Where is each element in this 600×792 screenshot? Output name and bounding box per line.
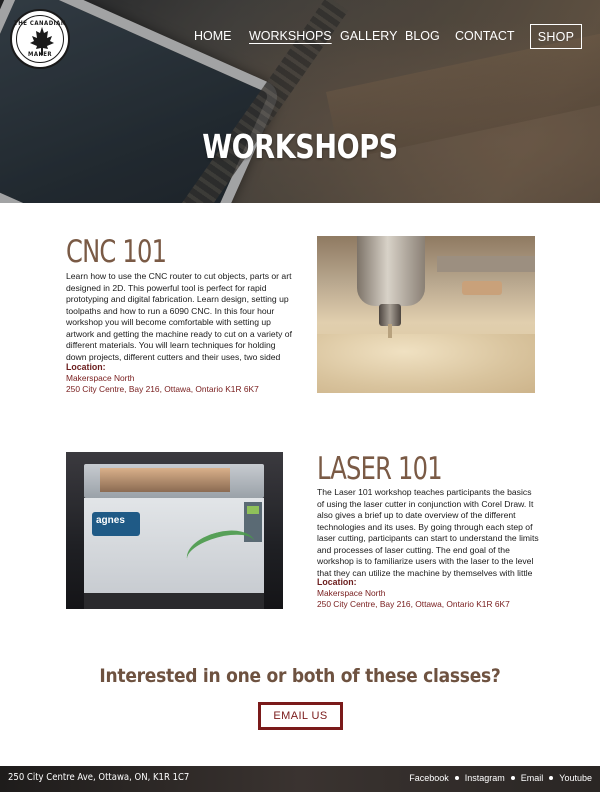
separator-dot bbox=[510, 776, 515, 780]
photo-collet bbox=[379, 304, 401, 326]
nav-contact[interactable]: CONTACT bbox=[455, 29, 515, 43]
location-address: 250 City Centre, Bay 216, Ottawa, Ontari… bbox=[66, 384, 259, 394]
location-name: Makerspace North bbox=[317, 588, 386, 598]
separator-dot bbox=[454, 776, 459, 780]
separator-dot bbox=[549, 776, 554, 780]
photo-stand bbox=[84, 593, 264, 609]
footer-address: 250 City Centre Ave, Ottawa, ON, K1R 1C7 bbox=[8, 772, 190, 783]
photo-screen bbox=[247, 506, 259, 514]
cta-question: Interested in one or both of these class… bbox=[99, 665, 501, 687]
maple-leaf-icon bbox=[30, 27, 54, 55]
nav-workshops[interactable]: WORKSHOPS bbox=[249, 29, 332, 43]
nav-home[interactable]: HOME bbox=[194, 29, 232, 43]
photo-badge-text: agnes bbox=[96, 515, 125, 526]
nav-blog[interactable]: BLOG bbox=[405, 29, 440, 43]
location-address: 250 City Centre, Bay 216, Ottawa, Ontari… bbox=[317, 599, 510, 609]
location-label: Location: bbox=[317, 577, 357, 587]
email-us-button[interactable]: EMAIL US bbox=[258, 702, 343, 730]
photo-wood-dust bbox=[317, 334, 535, 393]
workshop-title: LASER 101 bbox=[317, 451, 443, 487]
location-label: Location: bbox=[66, 362, 106, 372]
workshop-description: Learn how to use the CNC router to cut o… bbox=[66, 271, 292, 362]
workshop-title: CNC 101 bbox=[66, 234, 167, 270]
laser-cutter-photo: agnes bbox=[66, 452, 283, 609]
photo-rail bbox=[437, 256, 535, 272]
cnc-router-photo bbox=[317, 236, 535, 393]
footer-link-instagram[interactable]: Instagram bbox=[465, 773, 505, 783]
photo-clamp bbox=[462, 281, 502, 295]
site-footer: 250 City Centre Ave, Ottawa, ON, K1R 1C7… bbox=[0, 766, 600, 792]
logo-bottom-text: MAKER bbox=[27, 51, 53, 58]
location-name: Makerspace North bbox=[66, 373, 135, 383]
nav-gallery[interactable]: GALLERY bbox=[340, 29, 397, 43]
footer-link-email[interactable]: Email bbox=[521, 773, 544, 783]
page-title: WORKSHOPS bbox=[202, 127, 398, 166]
photo-bit bbox=[388, 324, 392, 338]
site-logo[interactable]: THE CANADIAN MAKER bbox=[10, 9, 70, 69]
footer-social-links: Facebook Instagram Email Youtube bbox=[409, 773, 592, 783]
workshop-description: The Laser 101 workshop teaches participa… bbox=[317, 487, 539, 578]
footer-link-facebook[interactable]: Facebook bbox=[409, 773, 449, 783]
photo-lid-window bbox=[100, 468, 230, 492]
shop-button[interactable]: SHOP bbox=[530, 24, 582, 49]
hero-banner: THE CANADIAN MAKER HOME WORKSHOPS GALLER… bbox=[0, 0, 600, 203]
photo-spindle bbox=[357, 236, 425, 306]
footer-link-youtube[interactable]: Youtube bbox=[559, 773, 592, 783]
